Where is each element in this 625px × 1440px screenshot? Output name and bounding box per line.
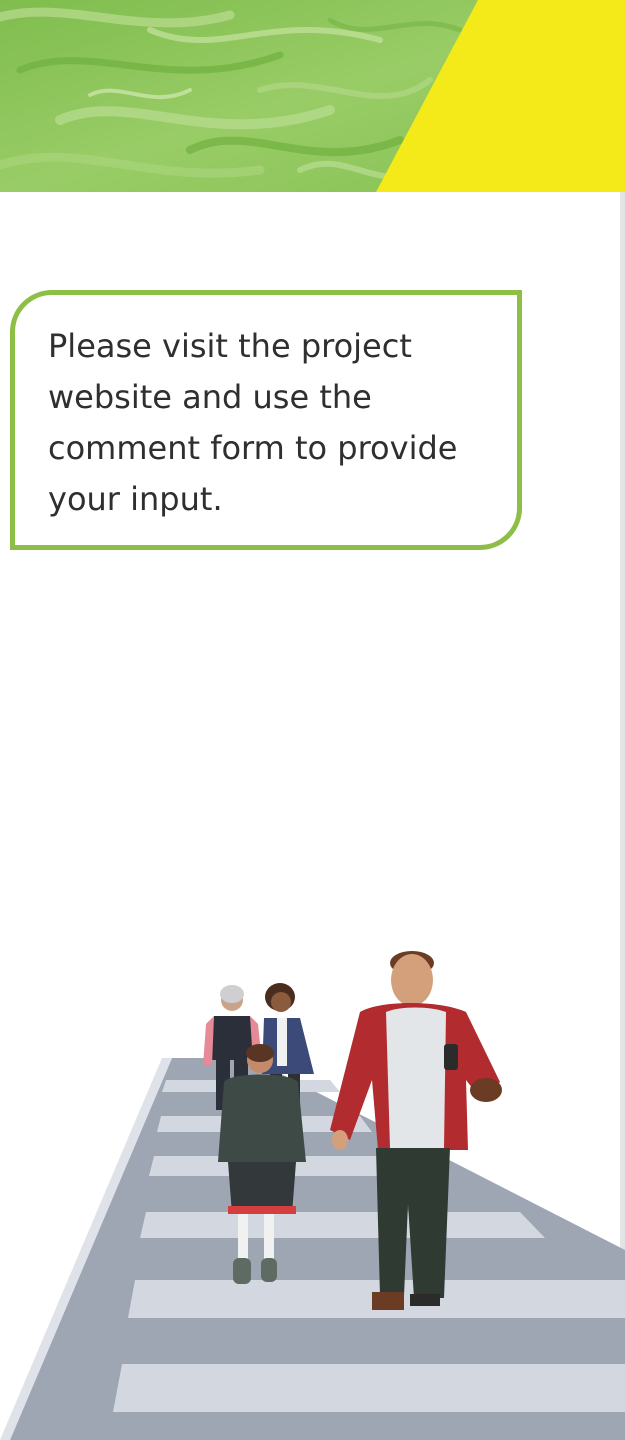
callout-text: Please visit the project website and use… (48, 327, 458, 518)
brochure-panel: Please visit the project website and use… (0, 0, 625, 1440)
pedestrians-crosswalk-illustration (0, 951, 625, 1440)
comment-callout-box: Please visit the project website and use… (10, 290, 522, 550)
banner-graphic (0, 0, 625, 192)
